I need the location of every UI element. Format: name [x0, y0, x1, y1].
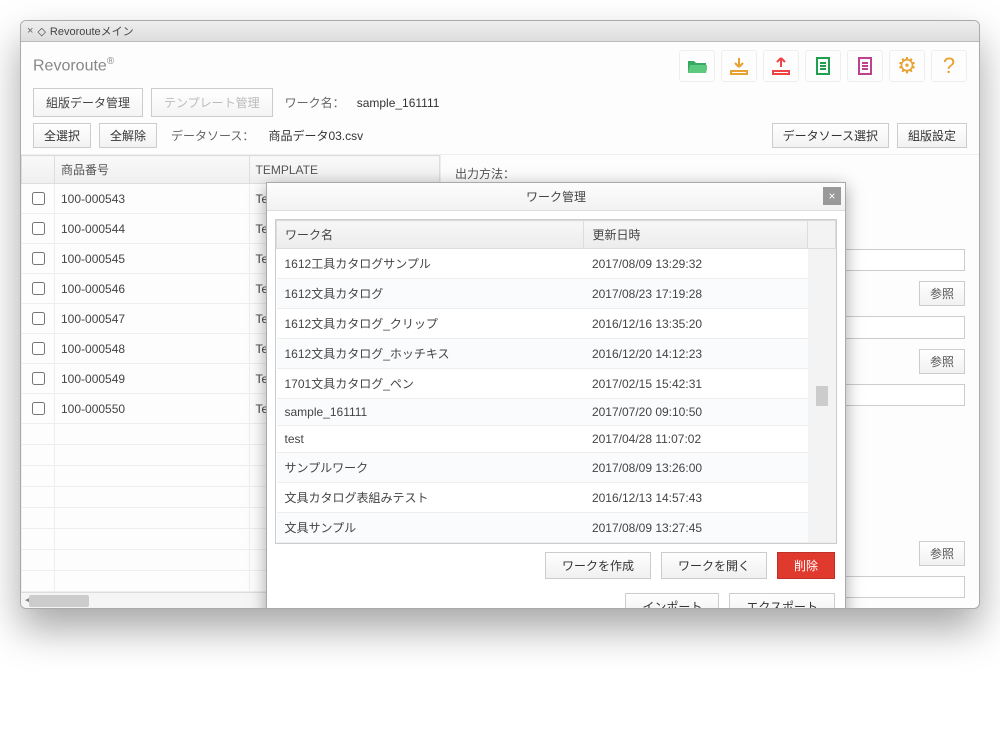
row-checkbox[interactable] [32, 372, 45, 385]
work-row[interactable]: 1612工具カタログサンプル2017/08/09 13:29:32 [277, 249, 836, 279]
work-row[interactable]: 文具サンプル2017/08/09 13:27:45 [277, 513, 836, 543]
col-updated[interactable]: 更新日時 [584, 221, 808, 249]
cell-work-name: 1612文具カタログ_ホッチキス [277, 339, 584, 369]
cell-updated: 2017/08/09 13:26:00 [584, 453, 808, 483]
cell-product-id: 100-000543 [55, 184, 250, 214]
row-checkbox[interactable] [32, 282, 45, 295]
cell-work-name: 1612文具カタログ_クリップ [277, 309, 584, 339]
import-button[interactable]: インポート [625, 593, 719, 609]
work-row[interactable]: 1701文具カタログ_ペン2017/02/15 15:42:31 [277, 369, 836, 399]
row-checkbox[interactable] [32, 312, 45, 325]
create-work-button[interactable]: ワークを作成 [545, 552, 651, 579]
row-checkbox[interactable] [32, 402, 45, 415]
cell-updated: 2017/08/09 13:27:45 [584, 513, 808, 543]
datasource-label: データソース： [171, 127, 254, 144]
output-method-label: 出力方法： [455, 165, 515, 182]
row-checkbox[interactable] [32, 192, 45, 205]
cell-work-name: sample_161111 [277, 399, 584, 426]
row-checkbox[interactable] [32, 222, 45, 235]
settings-gear-icon[interactable]: ⚙ [889, 50, 925, 82]
work-row[interactable]: 1612文具カタログ_ホッチキス2016/12/20 14:12:23 [277, 339, 836, 369]
work-row[interactable]: 1612文具カタログ_クリップ2016/12/16 13:35:20 [277, 309, 836, 339]
cell-updated: 2017/08/09 13:29:32 [584, 249, 808, 279]
download-icon[interactable] [721, 50, 757, 82]
cell-updated: 2016/12/20 14:12:23 [584, 339, 808, 369]
work-row[interactable]: 文具カタログ表組みテスト2016/12/13 14:57:43 [277, 483, 836, 513]
row-checkbox[interactable] [32, 252, 45, 265]
cell-work-name: 1612工具カタログサンプル [277, 249, 584, 279]
col-checkbox [22, 156, 55, 184]
work-name-value: sample_161111 [357, 96, 440, 110]
datasource-name: 商品データ03.csv [268, 127, 363, 144]
cell-updated: 2017/04/28 11:07:02 [584, 426, 808, 453]
dialog-close-icon[interactable]: × [823, 187, 841, 205]
cell-updated: 2016/12/13 14:57:43 [584, 483, 808, 513]
help-icon[interactable]: ? [931, 50, 967, 82]
col-work-name[interactable]: ワーク名 [277, 221, 584, 249]
cell-product-id: 100-000549 [55, 364, 250, 394]
col-template[interactable]: TEMPLATE [249, 156, 440, 184]
cell-product-id: 100-000544 [55, 214, 250, 244]
cell-work-name: test [277, 426, 584, 453]
dialog-scrollbar[interactable] [808, 249, 836, 543]
cell-updated: 2017/07/20 09:10:50 [584, 399, 808, 426]
browse-search-button[interactable]: 参照 [919, 541, 965, 566]
cell-product-id: 100-000550 [55, 394, 250, 424]
export-button[interactable]: エクスポート [729, 593, 835, 609]
browse-docpath-button[interactable]: 参照 [919, 281, 965, 306]
layout-settings-button[interactable]: 組版設定 [897, 123, 967, 148]
cell-product-id: 100-000547 [55, 304, 250, 334]
cell-product-id: 100-000548 [55, 334, 250, 364]
work-management-dialog: ワーク管理 × ワーク名 更新日時 1612工具カタログサンプル2017/08/… [266, 182, 846, 609]
delete-work-button[interactable]: 削除 [777, 552, 835, 579]
deselect-all-button[interactable]: 全解除 [99, 123, 157, 148]
work-row[interactable]: sample_1611112017/07/20 09:10:50 [277, 399, 836, 426]
cell-work-name: 文具サンプル [277, 513, 584, 543]
cell-work-name: 文具カタログ表組みテスト [277, 483, 584, 513]
browse-file-button[interactable]: 参照 [919, 349, 965, 374]
tab-data-management[interactable]: 組版データ管理 [33, 88, 143, 117]
scroll-thumb[interactable] [29, 595, 89, 607]
row-checkbox[interactable] [32, 342, 45, 355]
col-product-id[interactable]: 商品番号 [55, 156, 250, 184]
cell-work-name: サンプルワーク [277, 453, 584, 483]
open-work-button[interactable]: ワークを開く [661, 552, 767, 579]
window-title: Revorouteメイン [50, 23, 134, 39]
doc-export-icon[interactable] [805, 50, 841, 82]
window-close-icon[interactable]: × [27, 25, 33, 37]
cell-updated: 2017/02/15 15:42:31 [584, 369, 808, 399]
work-row[interactable]: 1612文具カタログ2017/08/23 17:19:28 [277, 279, 836, 309]
cell-updated: 2017/08/23 17:19:28 [584, 279, 808, 309]
window-titlebar: × ◇ Revorouteメイン [21, 21, 979, 42]
cell-product-id: 100-000545 [55, 244, 250, 274]
cell-product-id: 100-000546 [55, 274, 250, 304]
dialog-scrollbar-header [808, 221, 836, 249]
datasource-select-button[interactable]: データソース選択 [772, 123, 889, 148]
doc-import-icon[interactable] [847, 50, 883, 82]
app-title: Revoroute® [33, 56, 114, 75]
tab-template-management[interactable]: テンプレート管理 [151, 88, 273, 117]
cell-work-name: 1612文具カタログ [277, 279, 584, 309]
work-row[interactable]: サンプルワーク2017/08/09 13:26:00 [277, 453, 836, 483]
work-row[interactable]: test2017/04/28 11:07:02 [277, 426, 836, 453]
folder-open-icon[interactable] [679, 50, 715, 82]
cell-updated: 2016/12/16 13:35:20 [584, 309, 808, 339]
select-all-button[interactable]: 全選択 [33, 123, 91, 148]
work-name-label: ワーク名： [285, 94, 345, 111]
dialog-title: ワーク管理 [526, 188, 586, 205]
cell-work-name: 1701文具カタログ_ペン [277, 369, 584, 399]
upload-icon[interactable] [763, 50, 799, 82]
